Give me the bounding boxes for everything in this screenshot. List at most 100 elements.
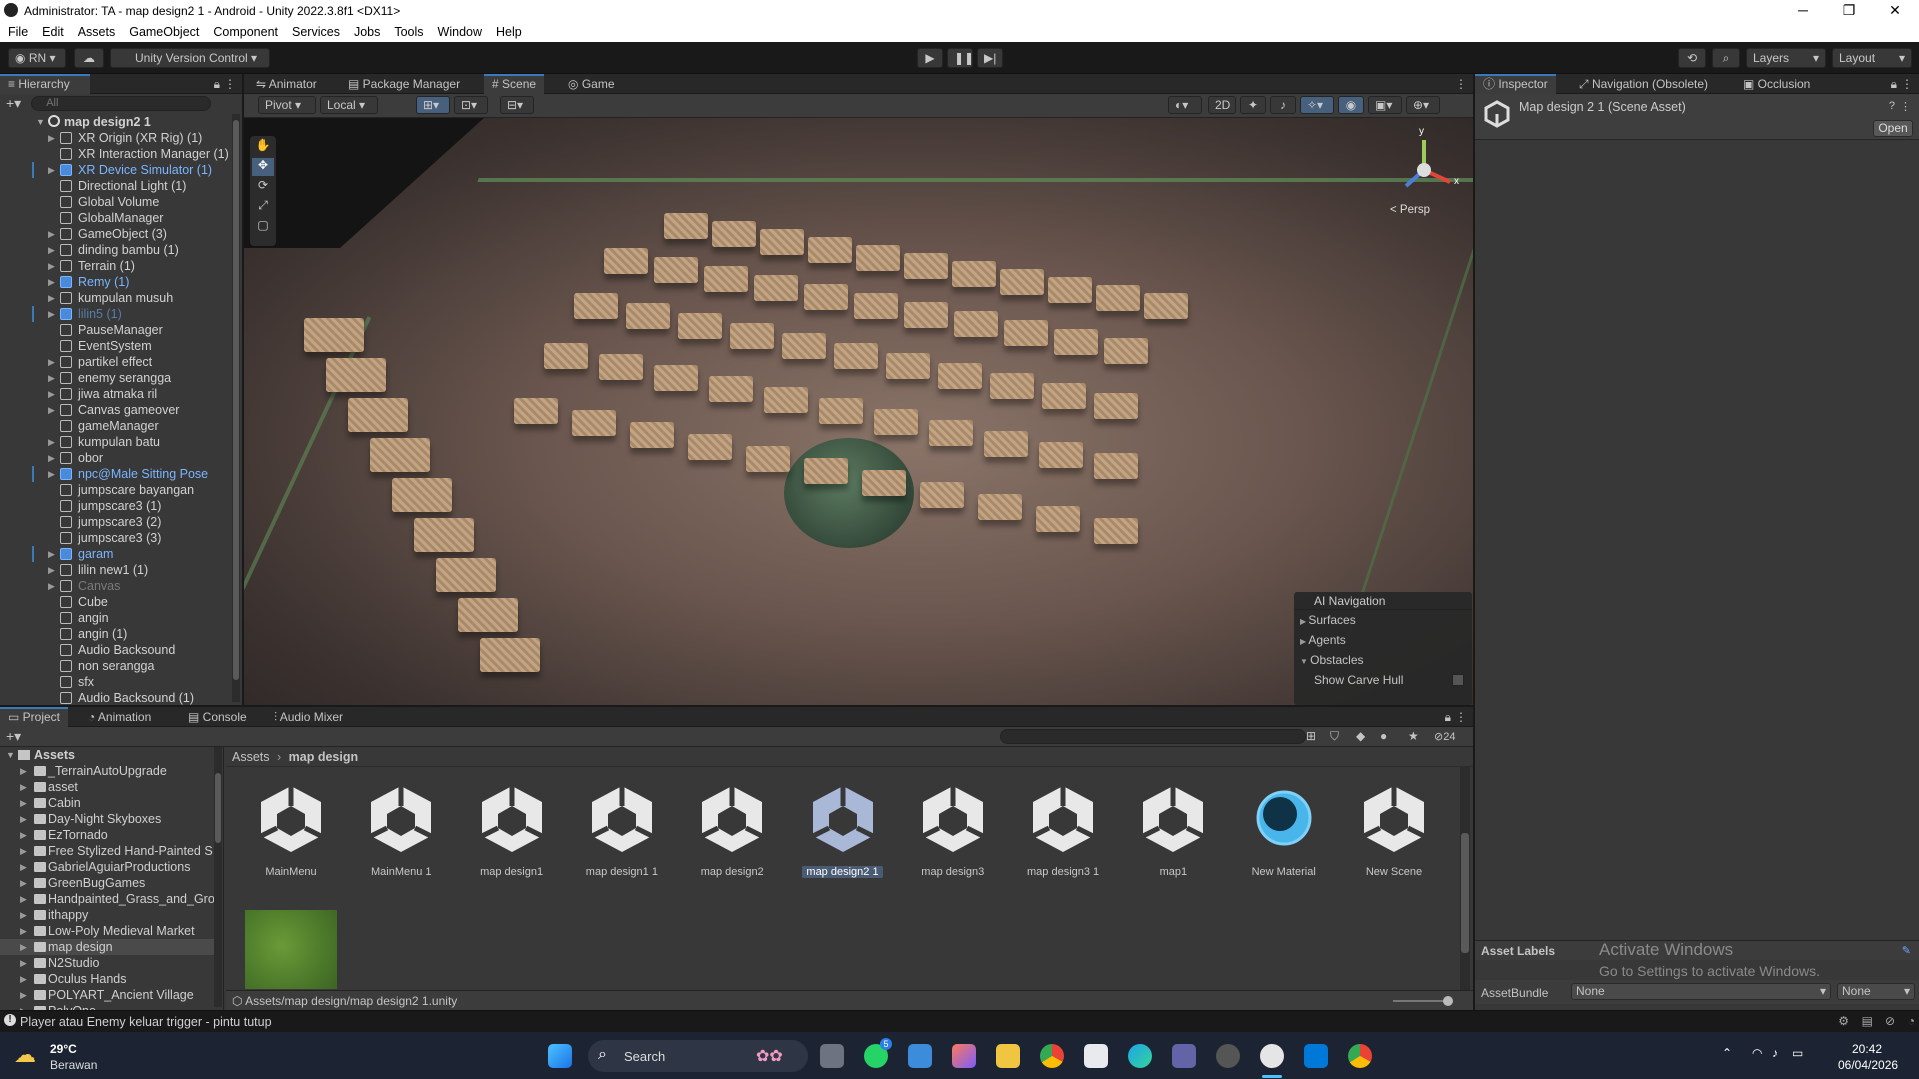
hierarchy-item[interactable]: non serangga bbox=[0, 658, 230, 674]
hierarchy-item[interactable]: ▶ jiwa atmaka ril bbox=[0, 386, 230, 402]
assets-scrollbar[interactable] bbox=[1460, 767, 1470, 993]
expand-arrow-icon[interactable]: ▶ bbox=[48, 162, 55, 178]
show-carve-hull-checkbox[interactable] bbox=[1452, 674, 1464, 686]
file-explorer-icon[interactable] bbox=[996, 1044, 1020, 1068]
project-search-input[interactable] bbox=[1000, 729, 1306, 744]
chrome-profile-icon[interactable] bbox=[1348, 1044, 1372, 1068]
hierarchy-item[interactable]: Cube bbox=[0, 594, 230, 610]
hierarchy-item[interactable]: ▶ partikel effect bbox=[0, 354, 230, 370]
effects-dropdown[interactable]: ✧▾ bbox=[1300, 96, 1334, 114]
lighting-toggle[interactable]: ✦ bbox=[1240, 96, 1266, 114]
draw-mode-dropdown[interactable]: ◐▾ bbox=[1168, 96, 1202, 114]
filter-label-icon[interactable]: ⛉ bbox=[1330, 729, 1339, 744]
tab-animation[interactable]: ◔ Animation bbox=[80, 707, 159, 727]
tab-scene[interactable]: # Scene bbox=[484, 74, 545, 94]
menu-window[interactable]: Window bbox=[438, 22, 482, 42]
search-button[interactable]: ⌕ bbox=[1712, 48, 1740, 68]
folder-item[interactable]: ▶ PolyOne bbox=[0, 1003, 214, 1010]
folder-item[interactable]: ▶ map design bbox=[0, 939, 214, 955]
folder-item[interactable]: ▶ GabrielAguiarProductions bbox=[0, 859, 214, 875]
expand-arrow-icon[interactable]: ▶ bbox=[20, 875, 27, 891]
taskbar-search[interactable]: ⌕ Search ✿✿ bbox=[588, 1040, 808, 1072]
folder-scrollbar[interactable] bbox=[214, 747, 222, 1007]
expand-arrow-icon[interactable]: ▶ bbox=[48, 434, 55, 450]
expand-arrow-icon[interactable]: ▶ bbox=[48, 370, 55, 386]
compile-icon[interactable]: ⚙ bbox=[1838, 1014, 1849, 1028]
wifi-icon[interactable]: ◠ bbox=[1752, 1046, 1762, 1060]
hierarchy-item[interactable]: ▶ lilin new1 (1) bbox=[0, 562, 230, 578]
hierarchy-item[interactable]: ▶ obor bbox=[0, 450, 230, 466]
chevron-up-icon[interactable]: ⌃ bbox=[1722, 1046, 1732, 1060]
hierarchy-item[interactable]: ▶ Canvas bbox=[0, 578, 230, 594]
expand-arrow-icon[interactable]: ▶ bbox=[20, 987, 27, 1003]
ai-nav-obstacles[interactable]: ▼ Obstacles bbox=[1294, 650, 1472, 670]
visibility-toggle[interactable]: ◉ bbox=[1338, 96, 1364, 114]
play-button[interactable]: ▶ bbox=[917, 48, 943, 68]
copilot-icon[interactable] bbox=[952, 1044, 976, 1068]
hierarchy-item[interactable]: Audio Backsound bbox=[0, 642, 230, 658]
expand-arrow-icon[interactable]: ▶ bbox=[48, 226, 55, 242]
scrollbar-thumb[interactable] bbox=[1461, 833, 1469, 953]
hierarchy-search-input[interactable] bbox=[31, 95, 212, 111]
warning-icon[interactable]: ● bbox=[1380, 729, 1387, 743]
expand-arrow-icon[interactable]: ▶ bbox=[48, 562, 55, 578]
menu-assets[interactable]: Assets bbox=[78, 22, 116, 42]
more-icon[interactable]: ⋮ bbox=[1455, 77, 1467, 91]
hierarchy-item[interactable]: ▶ garam bbox=[0, 546, 230, 562]
tag-icon[interactable]: ✎ bbox=[1902, 944, 1911, 957]
lock-icon[interactable]: 🔒︎ bbox=[1891, 77, 1897, 92]
ai-nav-surfaces[interactable]: ▶ Surfaces bbox=[1294, 610, 1472, 630]
expand-arrow-icon[interactable]: ▶ bbox=[48, 306, 55, 322]
hierarchy-item[interactable]: jumpscare3 (3) bbox=[0, 530, 230, 546]
menu-gameobject[interactable]: GameObject bbox=[129, 22, 199, 42]
status-message[interactable]: Player atau Enemy keluar trigger - pintu… bbox=[20, 1015, 272, 1029]
maximize-button[interactable]: ❐ bbox=[1827, 0, 1871, 22]
start-icon[interactable] bbox=[548, 1044, 572, 1068]
folder-item[interactable]: ▶ GreenBugGames bbox=[0, 875, 214, 891]
more-icon[interactable]: ⋮ bbox=[1455, 710, 1467, 724]
unity-hub-icon[interactable] bbox=[1216, 1044, 1240, 1068]
step-button[interactable]: ▶| bbox=[977, 48, 1003, 68]
hierarchy-item[interactable]: ▶ npc@Male Sitting Pose bbox=[0, 466, 230, 482]
expand-arrow-icon[interactable]: ▶ bbox=[20, 891, 27, 907]
menu-tools[interactable]: Tools bbox=[394, 22, 423, 42]
folder-item[interactable]: ▶ N2Studio bbox=[0, 955, 214, 971]
tab-animator[interactable]: ⇋ Animator bbox=[248, 74, 325, 94]
asset-item[interactable]: New Scene bbox=[1344, 780, 1444, 878]
expand-arrow-icon[interactable]: ▼ bbox=[36, 114, 45, 130]
asset-item[interactable]: map design2 bbox=[682, 780, 782, 878]
weather-icon[interactable]: ☁ bbox=[14, 1042, 36, 1068]
hidden-count-badge[interactable]: ⊘24 bbox=[1434, 730, 1455, 743]
hierarchy-item[interactable]: Directional Light (1) bbox=[0, 178, 230, 194]
chrome-icon[interactable] bbox=[1040, 1044, 1064, 1068]
scrollbar-thumb[interactable] bbox=[233, 120, 239, 680]
rect-tool-icon[interactable]: ▢ bbox=[252, 218, 274, 236]
expand-arrow-icon[interactable]: ▶ bbox=[20, 827, 27, 843]
hierarchy-item[interactable]: PauseManager bbox=[0, 322, 230, 338]
debug-icon[interactable]: ⊘ bbox=[1885, 1014, 1895, 1028]
asset-item[interactable]: map1 bbox=[1123, 780, 1223, 878]
account-dropdown[interactable]: ◉ RN ▾ bbox=[8, 48, 66, 68]
task-view-icon[interactable] bbox=[820, 1044, 844, 1068]
scene-viewport[interactable]: ✋ ✥ ⟳ ⤢ ▢ y x < Persp AI Navigation ▶ Su… bbox=[244, 118, 1473, 705]
store-icon[interactable] bbox=[1084, 1044, 1108, 1068]
hierarchy-item[interactable]: gameManager bbox=[0, 418, 230, 434]
folder-item[interactable]: ▶ Cabin bbox=[0, 795, 214, 811]
hierarchy-item[interactable]: ▶ Canvas gameover bbox=[0, 402, 230, 418]
scene-root[interactable]: ▼ map design2 1 bbox=[0, 114, 230, 130]
hierarchy-item[interactable]: ▶ dinding bambu (1) bbox=[0, 242, 230, 258]
tag-icon[interactable]: ◆ bbox=[1356, 729, 1365, 743]
create-icon[interactable]: +▾ bbox=[6, 728, 21, 745]
grid-snap-button[interactable]: ⊞▾ bbox=[416, 96, 450, 114]
expand-arrow-icon[interactable]: ▶ bbox=[48, 354, 55, 370]
expand-arrow-icon[interactable]: ▶ bbox=[48, 578, 55, 594]
expand-arrow-icon[interactable]: ▶ bbox=[48, 242, 55, 258]
slider-handle[interactable] bbox=[1443, 996, 1453, 1006]
hierarchy-item[interactable]: Audio Backsound (1) bbox=[0, 690, 230, 706]
expand-arrow-icon[interactable]: ▶ bbox=[48, 130, 55, 146]
folder-item[interactable]: ▶ ithappy bbox=[0, 907, 214, 923]
hierarchy-item[interactable]: Global Volume bbox=[0, 194, 230, 210]
scrollbar-thumb[interactable] bbox=[215, 773, 221, 843]
scale-tool-icon[interactable]: ⤢ bbox=[252, 198, 274, 216]
folder-item[interactable]: ▶ EzTornado bbox=[0, 827, 214, 843]
